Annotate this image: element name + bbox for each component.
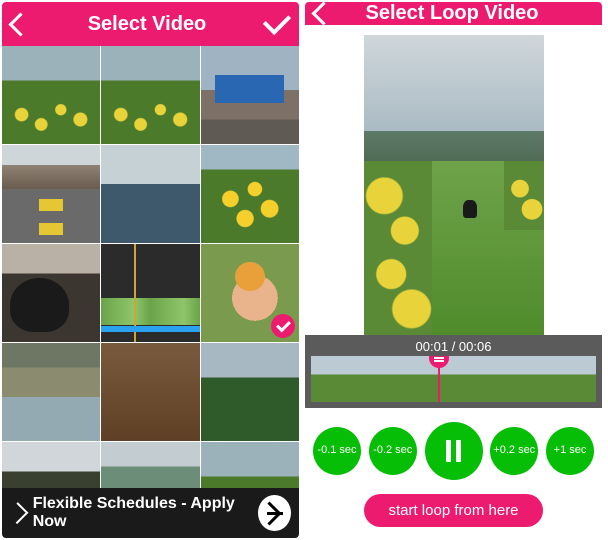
thumb-road[interactable] xyxy=(2,145,100,243)
thumb-meadow-1[interactable] xyxy=(2,46,100,144)
thumb-lake[interactable] xyxy=(101,145,199,243)
video-gallery xyxy=(2,46,299,488)
thumb-editor[interactable] xyxy=(101,244,199,342)
scrubber[interactable] xyxy=(311,356,596,402)
thumb-meadow-3[interactable] xyxy=(201,442,299,488)
header-title: Select Loop Video xyxy=(332,2,572,25)
thumb-dog[interactable] xyxy=(2,244,100,342)
back-button[interactable] xyxy=(315,5,332,22)
ad-text: Flexible Schedules - Apply Now xyxy=(33,495,251,531)
scrubber-area xyxy=(305,356,602,408)
thumb-trees[interactable] xyxy=(201,343,299,441)
video-preview[interactable] xyxy=(364,35,544,335)
screen-select-video: Select Video Flexible Schedules - Apply … xyxy=(2,2,299,538)
thumb-dark-hill[interactable] xyxy=(2,442,100,488)
back-button[interactable] xyxy=(12,16,29,33)
header: Select Loop Video xyxy=(305,2,602,25)
ad-chevron-icon xyxy=(6,502,28,524)
filmstrip xyxy=(311,356,596,402)
header: Select Video xyxy=(2,2,299,46)
play-pause-button[interactable] xyxy=(425,422,483,480)
thumb-slope[interactable] xyxy=(101,442,199,488)
thumb-meadow-2[interactable] xyxy=(101,46,199,144)
step-fwd-slow-button[interactable]: +0.2 sec xyxy=(490,427,538,475)
playback-controls: -0.1 sec -0.2 sec +0.2 sec +1 sec xyxy=(305,408,602,490)
pause-icon xyxy=(446,440,461,462)
time-display: 00:01 / 00:06 xyxy=(305,335,602,356)
step-fwd-fast-button[interactable]: +1 sec xyxy=(546,427,594,475)
step-back-slow-button[interactable]: -0.2 sec xyxy=(369,427,417,475)
header-title: Select Video xyxy=(29,13,265,36)
screen-select-loop: Select Loop Video 00:01 / 00:06 xyxy=(305,2,602,538)
video-preview-area xyxy=(305,25,602,335)
ad-arrow-icon xyxy=(258,495,291,531)
thumb-creek[interactable] xyxy=(2,343,100,441)
start-loop-button[interactable]: start loop from here xyxy=(364,494,542,527)
thumb-hand-flower[interactable] xyxy=(201,244,299,342)
step-back-fast-button[interactable]: -0.1 sec xyxy=(313,427,361,475)
confirm-button[interactable] xyxy=(265,13,289,35)
thumb-brown[interactable] xyxy=(101,343,199,441)
selected-check-icon xyxy=(271,314,295,338)
ad-banner[interactable]: Flexible Schedules - Apply Now xyxy=(2,488,299,538)
thumb-race[interactable] xyxy=(201,46,299,144)
thumb-sunflowers[interactable] xyxy=(201,145,299,243)
check-icon xyxy=(263,7,291,35)
